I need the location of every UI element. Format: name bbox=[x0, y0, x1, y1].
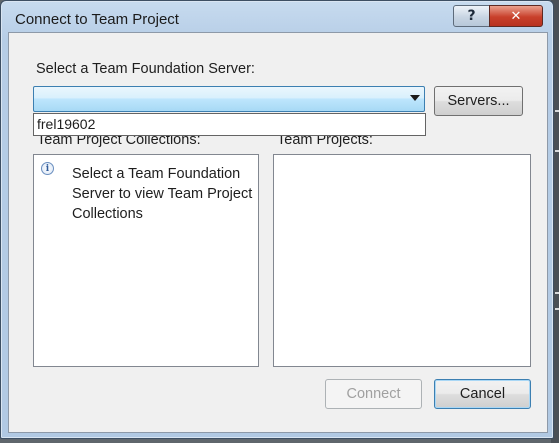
collections-list[interactable]: i Select a Team Foundation Server to vie… bbox=[33, 154, 259, 367]
help-icon: ? bbox=[467, 8, 476, 24]
connect-button[interactable]: Connect bbox=[325, 379, 422, 409]
chevron-down-icon[interactable] bbox=[410, 95, 420, 101]
server-option[interactable]: frel19602 bbox=[37, 116, 95, 132]
server-label: Select a Team Foundation Server: bbox=[36, 61, 255, 77]
close-button[interactable]: ✕ bbox=[489, 5, 543, 27]
background-artifact bbox=[555, 292, 559, 294]
connect-dialog: Connect to Team Project ? ✕ Select a Tea… bbox=[0, 0, 554, 439]
server-combobox[interactable] bbox=[33, 86, 425, 112]
help-button[interactable]: ? bbox=[453, 5, 490, 27]
background-artifact bbox=[555, 110, 559, 112]
servers-button-label: Servers... bbox=[447, 93, 510, 109]
background-artifact bbox=[555, 308, 559, 310]
cancel-button[interactable]: Cancel bbox=[434, 379, 531, 409]
dialog-title: Connect to Team Project bbox=[15, 11, 179, 28]
background-artifact bbox=[555, 150, 559, 152]
close-icon: ✕ bbox=[510, 8, 522, 24]
projects-list[interactable] bbox=[273, 154, 531, 367]
server-dropdown-list: frel19602 bbox=[33, 113, 426, 136]
info-icon: i bbox=[41, 162, 54, 175]
cancel-button-label: Cancel bbox=[459, 386, 506, 402]
connect-button-label: Connect bbox=[346, 386, 401, 402]
collections-empty-message: Select a Team Foundation Server to view … bbox=[72, 166, 253, 222]
servers-button[interactable]: Servers... bbox=[434, 86, 523, 116]
dialog-body: Select a Team Foundation Server: Servers… bbox=[8, 32, 548, 433]
